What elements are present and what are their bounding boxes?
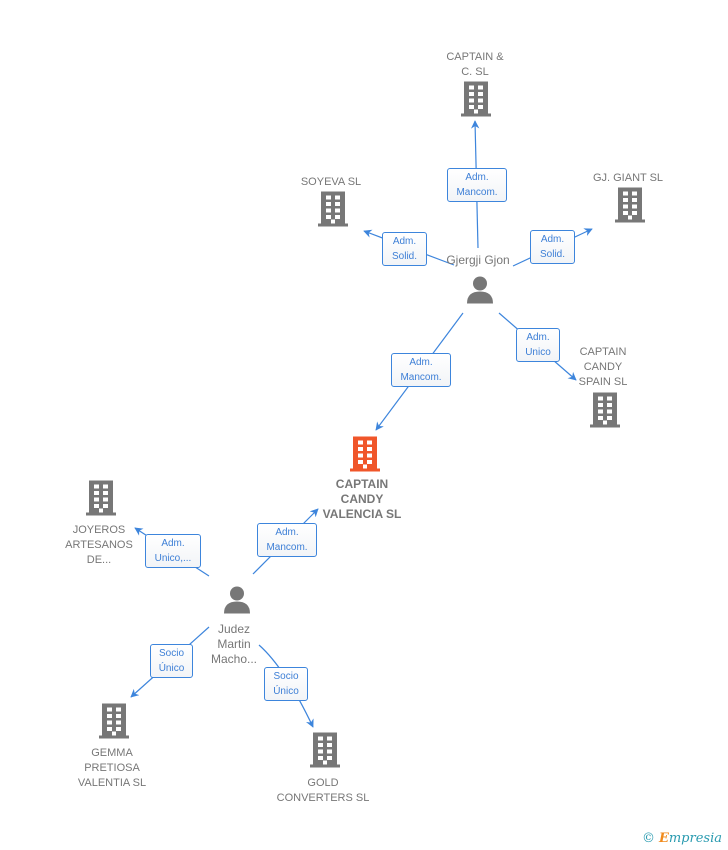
node-label-line: CAPTAIN &	[446, 51, 504, 63]
edge-label-judez-gemma[interactable]: Socio Único	[150, 644, 193, 678]
person-icon-gjon[interactable]	[465, 275, 495, 310]
edge-label-line: Adm.	[465, 172, 489, 183]
node-label-line: Macho...	[210, 652, 258, 666]
node-label-line: GOLD	[307, 777, 339, 789]
node-label-line: CANDY	[340, 492, 384, 506]
node-label-line: ARTESANOS	[65, 539, 133, 551]
edge-label-gjon-captain_c[interactable]: Adm. Mancom.	[447, 168, 507, 202]
building-icon-valencia[interactable]	[349, 436, 381, 477]
node-label-gj_giant[interactable]: GJ. GIANT SL	[593, 171, 663, 186]
edge-label-line: Adm.	[526, 332, 550, 343]
building-icon-captain_c[interactable]	[460, 81, 492, 122]
node-label-line: Judez	[217, 622, 251, 636]
building-icon-gemma[interactable]	[98, 703, 130, 744]
person-icon-judez[interactable]	[222, 585, 252, 620]
edge-label-line: Mancom.	[456, 187, 498, 198]
building-icon-gold[interactable]	[309, 732, 341, 773]
node-label-line: Gjergji Gjon	[446, 253, 510, 267]
edge-label-gjon-gj_giant[interactable]: Adm. Solid.	[530, 230, 575, 264]
edge-label-gjon-spain[interactable]: Adm. Unico	[516, 328, 560, 362]
node-label-line: DE...	[86, 554, 112, 566]
node-label-line: SPAIN SL	[578, 376, 628, 388]
node-label-line: JOYEROS	[72, 524, 126, 536]
edge-label-line: Mancom.	[266, 542, 308, 553]
node-label-spain[interactable]: CAPTAIN CANDY SPAIN SL	[579, 345, 628, 390]
node-label-joyeros[interactable]: JOYEROS ARTESANOS DE...	[65, 523, 133, 568]
network-diagram: © Empresia Adm. Mancom. Adm. Solid. Adm. Solid…	[0, 0, 728, 850]
edge-label-judez-valencia[interactable]: Adm. Mancom.	[257, 523, 317, 557]
node-label-line: PRETIOSA	[84, 762, 140, 774]
node-label-line: CANDY	[583, 361, 623, 373]
edge-label-gjon-valencia[interactable]: Adm. Mancom.	[391, 353, 451, 387]
node-label-valencia[interactable]: CAPTAIN CANDY VALENCIA SL	[323, 477, 402, 522]
node-label-line: C. SL	[461, 66, 489, 78]
node-label-soyeva[interactable]: SOYEVA SL	[301, 175, 361, 190]
edge-label-line: Adm.	[409, 357, 433, 368]
edge-label-line: Unico,...	[154, 553, 192, 564]
edge-label-line: Único	[273, 686, 299, 697]
node-label-line: SOYEVA SL	[300, 176, 362, 188]
edge-label-gjon-soyeva[interactable]: Adm. Solid.	[382, 232, 427, 266]
node-label-gemma[interactable]: GEMMA PRETIOSA VALENTIA SL	[78, 746, 146, 791]
node-label-line: GEMMA	[91, 747, 133, 759]
node-label-judez[interactable]: Judez Martin Macho...	[211, 622, 257, 667]
copyright-icon: ©	[641, 831, 655, 846]
node-label-line: CONVERTERS SL	[276, 792, 370, 804]
node-label-line: Martin	[217, 637, 251, 651]
edge-label-judez-joyeros[interactable]: Adm. Unico,...	[145, 534, 201, 568]
building-icon-joyeros[interactable]	[85, 480, 117, 521]
node-label-captain_c[interactable]: CAPTAIN & C. SL	[446, 50, 503, 80]
edge-label-line: Mancom.	[400, 372, 442, 383]
building-icon-spain[interactable]	[589, 392, 621, 433]
building-icon-gj_giant[interactable]	[614, 187, 646, 228]
node-label-line: CAPTAIN	[335, 477, 389, 491]
edge-label-line: Adm.	[540, 234, 565, 245]
edge-label-line: Adm.	[161, 538, 185, 549]
edge-label-line: Único	[158, 663, 185, 674]
edge-label-line: Socio	[158, 648, 184, 659]
node-label-line: GJ. GIANT SL	[592, 172, 664, 184]
node-label-gjon[interactable]: Gjergji Gjon	[446, 253, 509, 268]
node-label-line: CAPTAIN	[579, 346, 627, 358]
edge-label-line: Adm.	[392, 236, 417, 247]
edge-label-line: Adm.	[275, 527, 299, 538]
node-label-gold[interactable]: GOLD CONVERTERS SL	[277, 776, 370, 806]
edge-label-judez-gold[interactable]: Socio Único	[264, 667, 308, 701]
node-label-line: VALENTIA SL	[77, 777, 147, 789]
empresia-watermark: © Empresia	[641, 831, 722, 846]
edge-label-line: Solid.	[539, 249, 565, 260]
node-label-line: VALENCIA SL	[322, 507, 402, 521]
edge-label-line: Unico	[525, 347, 551, 358]
edge-label-line: Socio	[273, 671, 299, 682]
edge-label-line: Solid.	[391, 251, 417, 262]
building-icon-soyeva[interactable]	[317, 191, 349, 232]
